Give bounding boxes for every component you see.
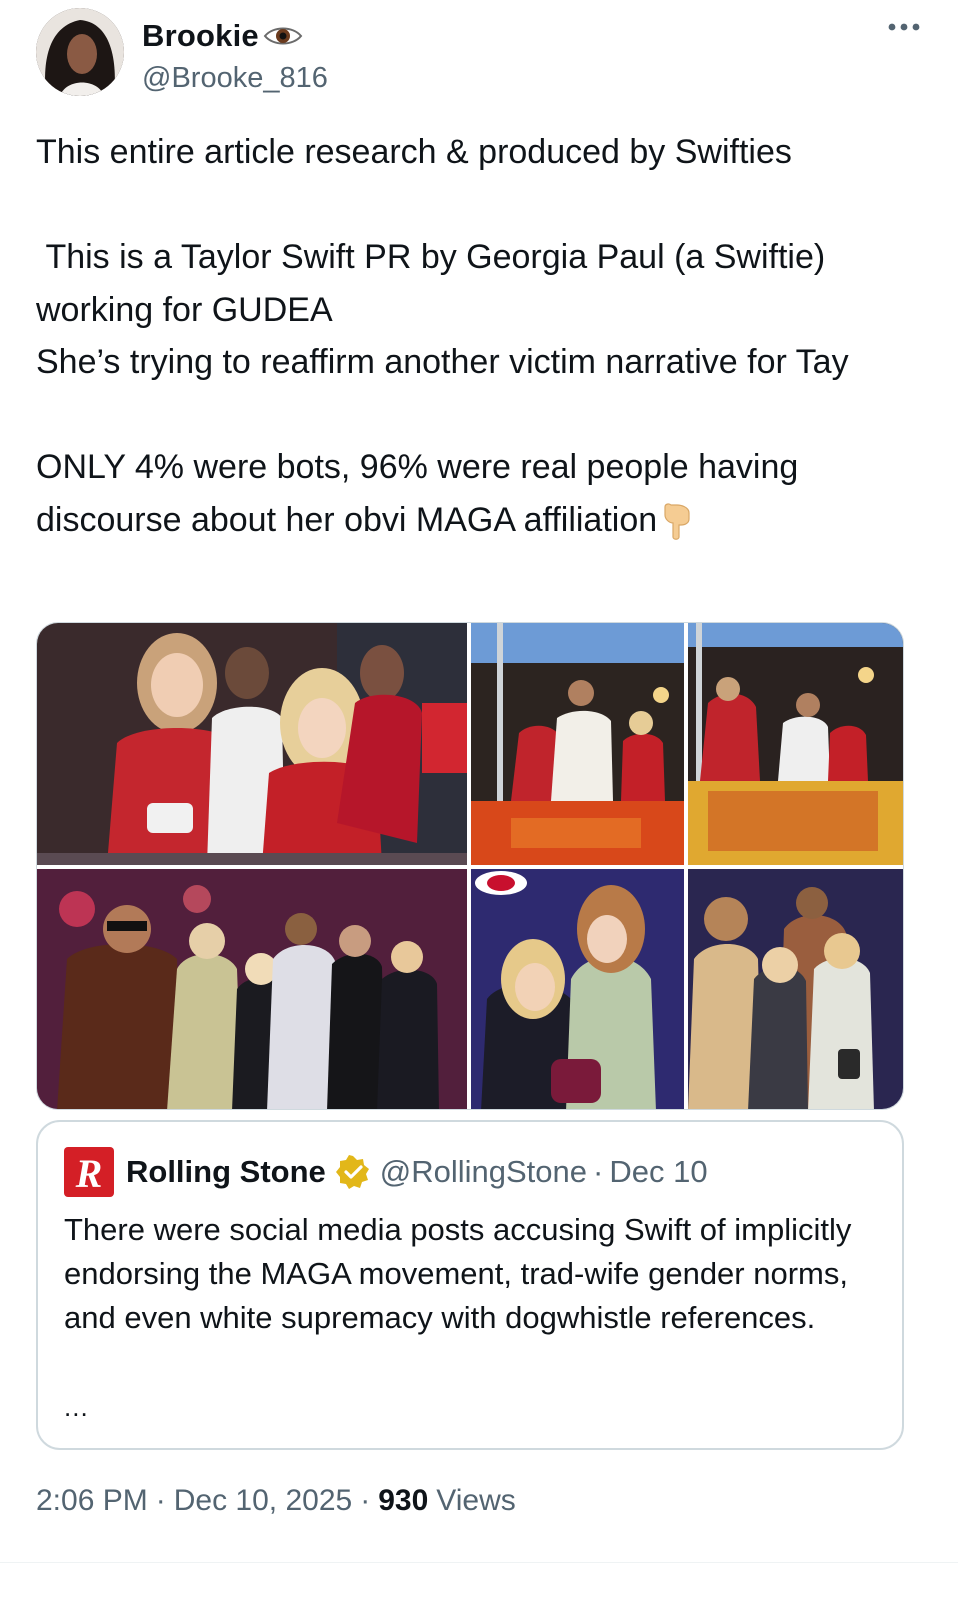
avatar[interactable]: [36, 8, 124, 96]
name-row: Brookie: [142, 18, 303, 54]
tweet-body: This entire article research & produced …: [36, 133, 849, 539]
meta-separator: ·: [155, 1484, 166, 1517]
views-label: Views: [436, 1484, 516, 1517]
quoted-tweet-text: There were social media posts accusing S…: [64, 1212, 852, 1335]
svg-text:R: R: [75, 1151, 103, 1196]
author-handle[interactable]: @Brooke_816: [142, 62, 328, 95]
verified-badge-icon: [335, 1155, 370, 1189]
rolling-stone-logo[interactable]: R: [64, 1147, 114, 1197]
quoted-author-name[interactable]: Rolling Stone: [126, 1154, 326, 1190]
pointing-down-icon: [659, 501, 695, 541]
photo-group-four[interactable]: [688, 869, 903, 1109]
quoted-date[interactable]: Dec 10: [609, 1154, 707, 1190]
eye-icon: [263, 24, 303, 48]
tweet-meta: 2:06 PM · Dec 10, 2025 · 930 Views: [36, 1484, 516, 1518]
photo-stadium-suite-group[interactable]: [37, 623, 467, 865]
quoted-tweet-ellipsis: ...: [64, 1392, 89, 1422]
media-grid: [36, 622, 904, 1110]
display-name[interactable]: Brookie: [142, 18, 259, 54]
post-date[interactable]: Dec 10, 2025: [174, 1484, 352, 1518]
meta-separator: ·: [360, 1484, 371, 1517]
quoted-author-handle[interactable]: @RollingStone: [380, 1154, 587, 1190]
photo-hug-closeup[interactable]: [471, 869, 684, 1109]
quoted-tweet-header: R Rolling Stone @RollingStone · Dec 10: [64, 1147, 708, 1197]
quoted-tweet[interactable]: R Rolling Stone @RollingStone · Dec 10 T…: [36, 1120, 904, 1450]
photo-suite-window-1[interactable]: [471, 623, 684, 865]
post-time[interactable]: 2:06 PM: [36, 1484, 148, 1518]
tweet-header: Brookie @Brooke_816: [36, 8, 922, 98]
quoted-separator: ·: [593, 1154, 604, 1189]
more-options-icon[interactable]: [886, 18, 922, 36]
photo-party-group[interactable]: [37, 869, 467, 1109]
views-count: 930: [378, 1484, 429, 1517]
divider: [0, 1562, 958, 1563]
photo-suite-window-2[interactable]: [688, 623, 903, 865]
tweet-text: This entire article research & produced …: [36, 126, 916, 546]
